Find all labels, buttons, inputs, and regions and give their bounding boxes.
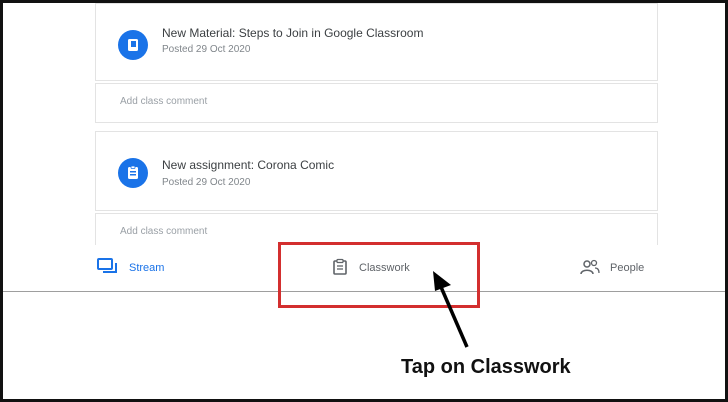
post-title[interactable]: New assignment: Corona Comic <box>162 158 334 172</box>
comment-placeholder: Add class comment <box>120 96 208 107</box>
stream-post-card[interactable]: New assignment: Corona Comic Posted 29 O… <box>95 131 658 211</box>
post-date: Posted 29 Oct 2020 <box>162 44 251 55</box>
class-comment-field[interactable]: Add class comment <box>95 83 658 123</box>
screenshot-frame: New Material: Steps to Join in Google Cl… <box>0 0 728 402</box>
pointer-arrow-icon <box>433 271 469 348</box>
stream-post-card[interactable]: New Material: Steps to Join in Google Cl… <box>95 3 658 81</box>
assignment-clipboard-icon <box>118 158 148 188</box>
material-doc-icon <box>118 30 148 60</box>
people-icon <box>580 258 600 279</box>
nav-people-label: People <box>610 262 645 274</box>
stream-icon <box>97 257 119 279</box>
post-date: Posted 29 Oct 2020 <box>162 177 251 188</box>
instruction-caption: Tap on Classwork <box>401 356 571 378</box>
nav-stream-tab[interactable]: Stream <box>97 245 164 291</box>
post-title[interactable]: New Material: Steps to Join in Google Cl… <box>162 26 423 40</box>
nav-stream-label: Stream <box>129 262 165 274</box>
comment-placeholder: Add class comment <box>120 226 208 237</box>
nav-people-tab[interactable]: People <box>580 245 644 291</box>
